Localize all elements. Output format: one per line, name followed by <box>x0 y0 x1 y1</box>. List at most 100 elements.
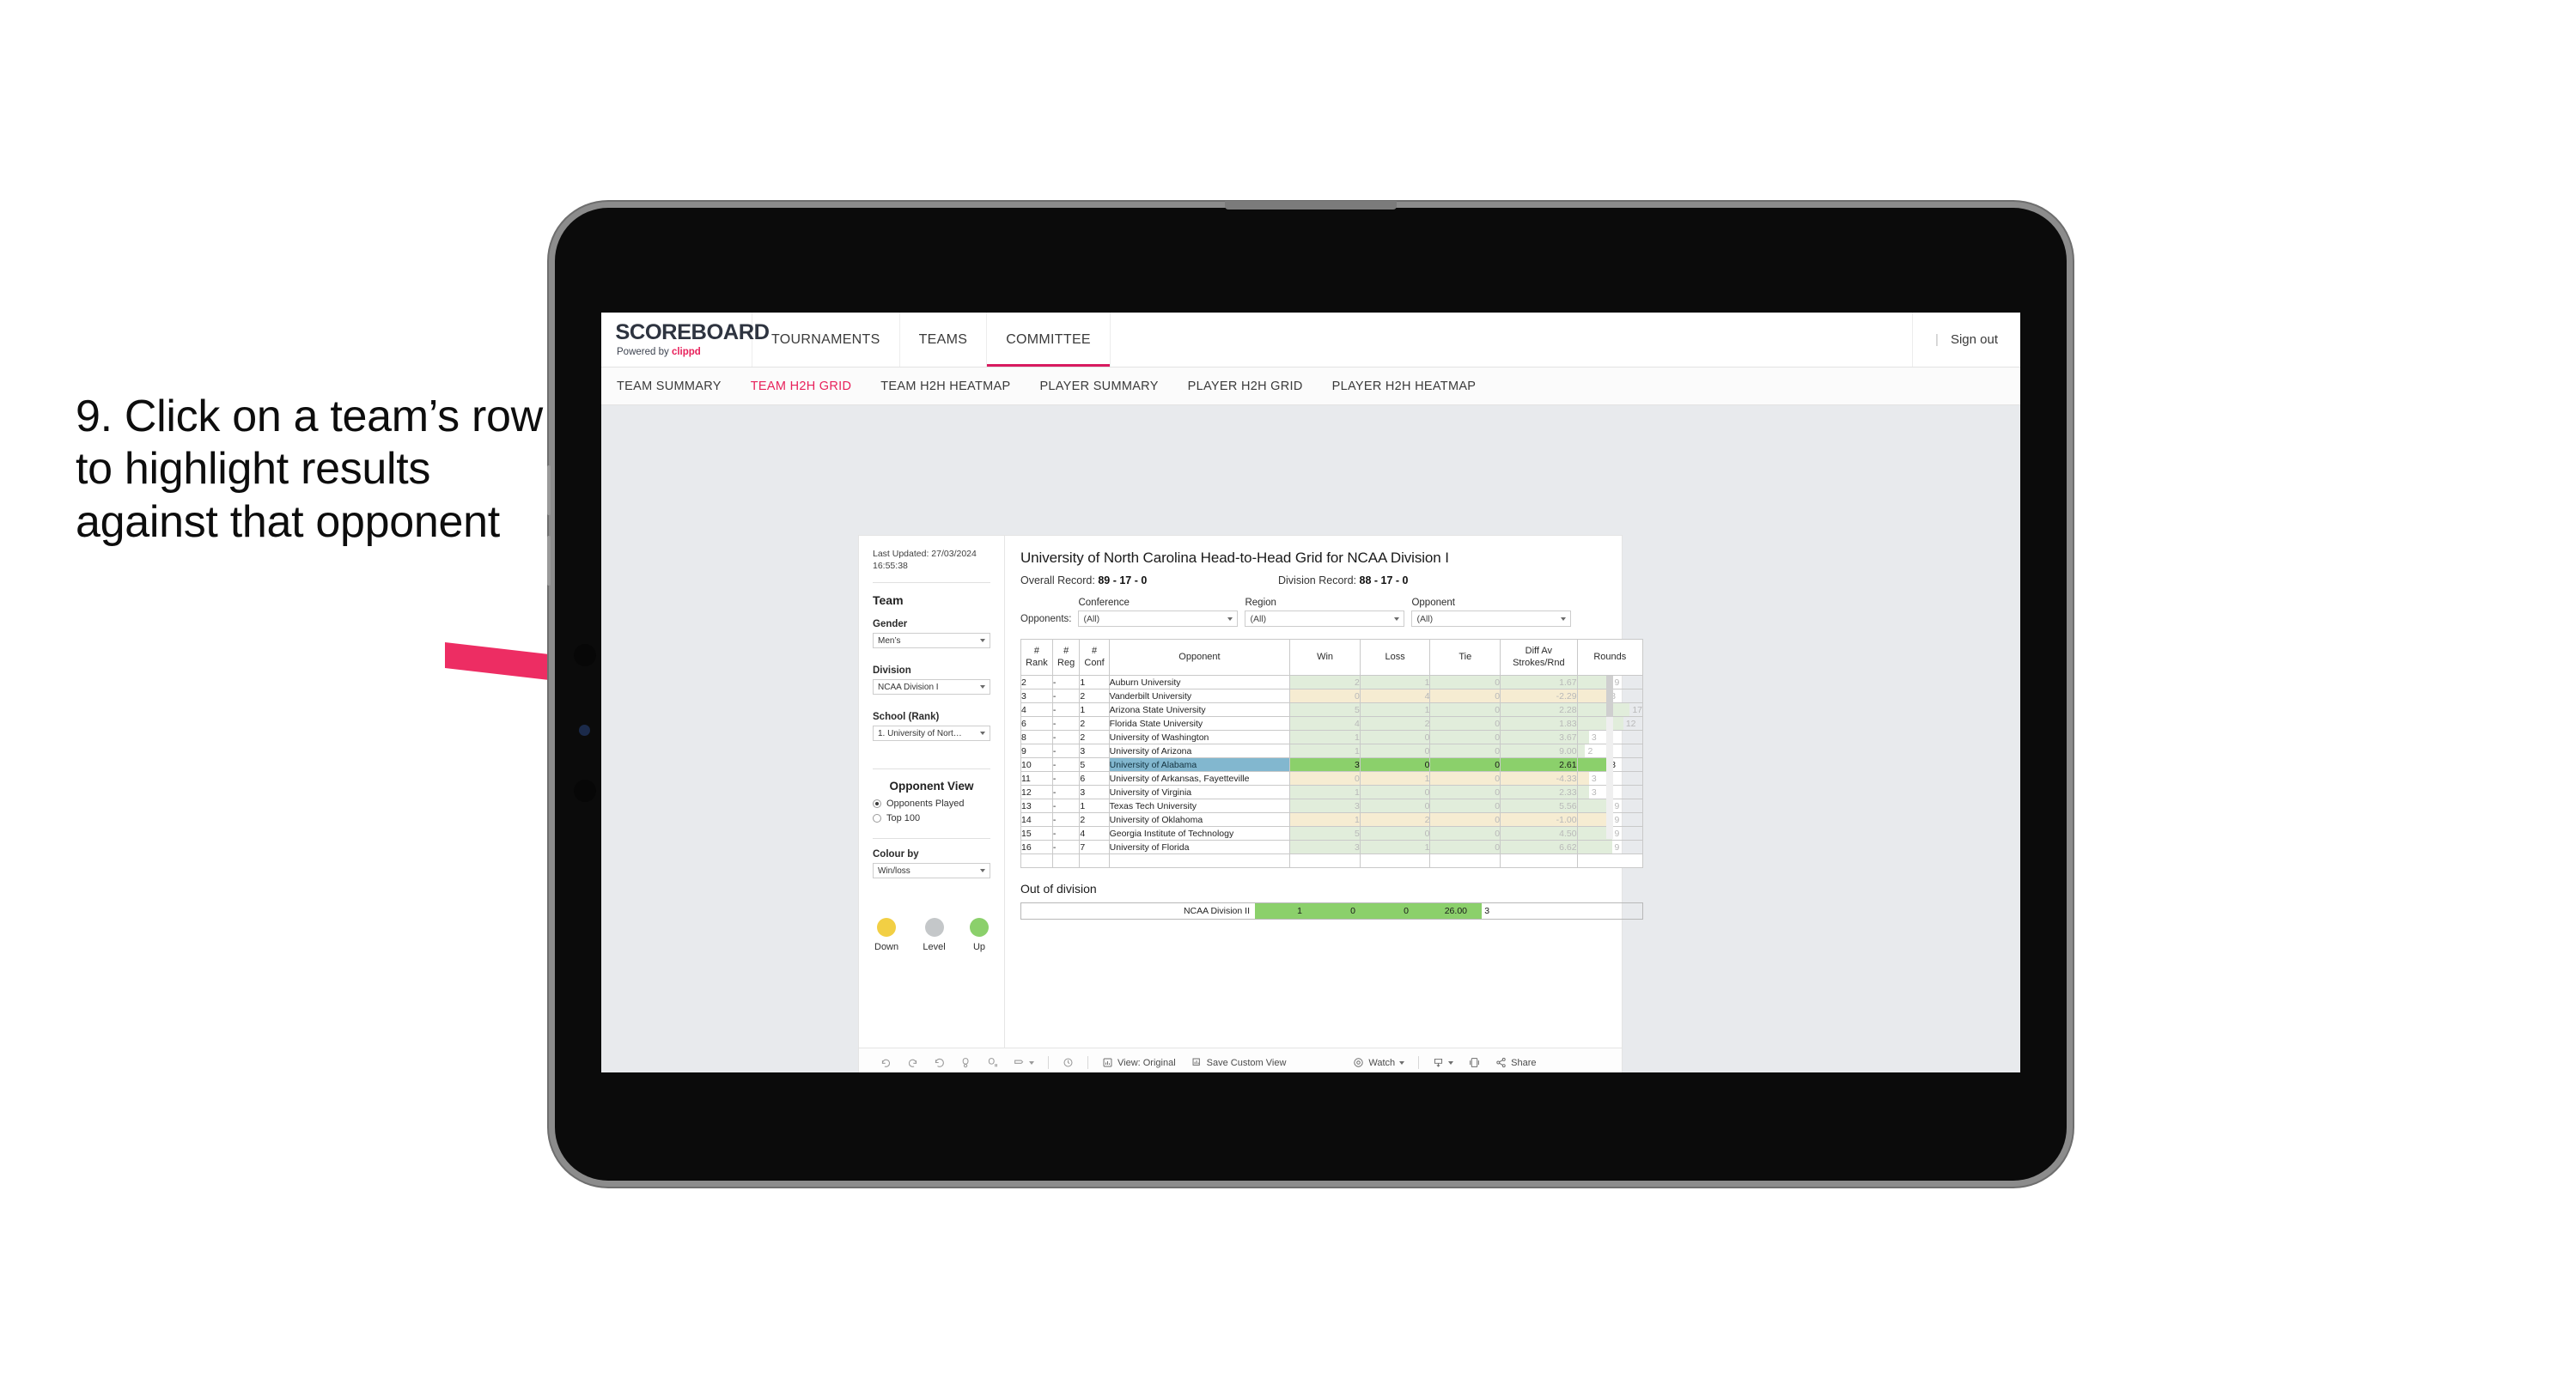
share-label: Share <box>1511 1057 1537 1068</box>
table-row[interactable]: 13-1 Texas Tech University 3 0 0 5.56 9 <box>1020 799 1644 813</box>
table-row[interactable]: 6-2 Florida State University 4 2 0 1.83 12 <box>1020 716 1644 731</box>
cell-diff: 1.83 <box>1500 716 1578 731</box>
view-original-button[interactable]: View: Original <box>1094 1057 1184 1068</box>
chevron-down-icon <box>1394 617 1400 621</box>
rounds-value: 12 <box>1625 718 1636 729</box>
division-select[interactable]: NCAA Division I <box>873 679 990 696</box>
nav-item-teams[interactable]: TEAMS <box>900 313 988 367</box>
tab-team-summary[interactable]: TEAM SUMMARY <box>617 380 722 393</box>
brand-sub-prefix: Powered by <box>617 347 672 357</box>
table-row[interactable]: 3-2Vanderbilt University040-2.298 <box>1020 689 1644 703</box>
table-row[interactable]: 8-2 University of Washington 1 0 0 3.67 3 <box>1020 730 1644 744</box>
cell-reg: - <box>1051 744 1081 758</box>
cell-opponent: University of Arizona <box>1108 744 1291 758</box>
tab-team-h2h-grid[interactable]: TEAM H2H GRID <box>751 380 852 393</box>
col-rounds[interactable]: Rounds <box>1576 639 1644 676</box>
cell-opponent: Vanderbilt University <box>1108 689 1291 703</box>
table-row[interactable]: 12-3 University of Virginia 1 0 0 2.33 3 <box>1020 785 1644 799</box>
undo-icon[interactable] <box>873 1057 899 1068</box>
tab-player-h2h-heatmap[interactable]: PLAYER H2H HEATMAP <box>1332 380 1477 393</box>
cell-loss: 1 <box>1359 771 1431 786</box>
radio-opponents-played[interactable]: Opponents Played <box>873 799 990 809</box>
legend-label-down: Down <box>874 942 899 953</box>
legend-dot-down <box>877 918 897 938</box>
cell-conf: 2 <box>1079 716 1110 731</box>
sign-out-area[interactable]: | Sign out <box>1913 313 2020 367</box>
pause-auto-updates-icon[interactable] <box>979 1057 1006 1068</box>
visualization-panel: Last Updated: 27/03/2024 16:55:38 Team G… <box>859 536 1644 1072</box>
refresh-icon[interactable] <box>953 1057 979 1068</box>
cell-win: 4 <box>1289 716 1361 731</box>
cell-opponent: University of Washington <box>1108 730 1291 744</box>
col-diff-av-strokes[interactable]: Diff Av Strokes/Rnd <box>1500 639 1578 676</box>
col-win[interactable]: Win <box>1289 639 1361 676</box>
cell-reg: - <box>1051 826 1081 841</box>
tab-player-h2h-grid[interactable]: PLAYER H2H GRID <box>1188 380 1303 393</box>
col-opponent[interactable]: Opponent <box>1108 639 1291 676</box>
brand-logo[interactable]: SCOREBOARD Powered by clippd <box>601 313 770 367</box>
region-filter: Region (All) <box>1245 598 1405 627</box>
cell-win: 3 <box>1289 840 1361 854</box>
col-diff-line2: Strokes/Rnd <box>1513 657 1565 668</box>
out-of-division-row[interactable]: NCAA Division II 1 0 0 26.00 3 <box>1020 902 1643 920</box>
tail-cell <box>1020 853 1053 868</box>
school-select[interactable]: 1. University of Nort… <box>873 726 990 742</box>
cell-loss: 0 <box>1359 799 1431 813</box>
ood-loss: 0 <box>1308 903 1361 919</box>
nav-item-committee[interactable]: COMMITTEE <box>987 313 1111 367</box>
save-custom-view-button[interactable]: Save Custom View <box>1184 1057 1294 1068</box>
cell-win: 5 <box>1289 702 1361 717</box>
table-row[interactable]: 11-6 University of Arkansas, Fayetteville… <box>1020 771 1644 786</box>
redo-icon[interactable] <box>899 1057 926 1068</box>
col-reg[interactable]: # Reg <box>1051 639 1081 676</box>
view-original-label: View: Original <box>1117 1057 1176 1068</box>
cell-opponent: University of Alabama <box>1108 757 1291 772</box>
grid-scrollbar-thumb[interactable] <box>1606 676 1613 717</box>
reset-icon[interactable] <box>1055 1057 1081 1068</box>
toolbar-divider-3 <box>1418 1056 1420 1069</box>
cell-win: 0 <box>1289 689 1361 703</box>
cell-diff: 2.28 <box>1500 702 1578 717</box>
table-row[interactable]: 4-1 Arizona State University 5 1 0 2.28 17 <box>1020 702 1644 717</box>
tab-team-h2h-heatmap[interactable]: TEAM H2H HEATMAP <box>880 380 1010 393</box>
col-tie[interactable]: Tie <box>1429 639 1501 676</box>
table-row[interactable]: 2-1 Auburn University 2 1 0 1.67 9 <box>1020 675 1644 689</box>
top-navigation-bar: SCOREBOARD Powered by clippd TOURNAMENTS… <box>601 313 2020 368</box>
table-row[interactable]: 14-2 University of Oklahoma 1 2 0 -1.00 9 <box>1020 812 1644 827</box>
cell-reg: - <box>1051 799 1081 813</box>
conference-select[interactable]: (All) <box>1078 610 1239 627</box>
col-reg-line2: Reg <box>1057 657 1075 668</box>
cell-conf: 6 <box>1079 771 1110 786</box>
download-icon[interactable] <box>1425 1057 1461 1068</box>
region-select[interactable]: (All) <box>1245 610 1405 627</box>
col-conf[interactable]: # Conf <box>1079 639 1110 676</box>
records-row: Overall Record: 89 - 17 - 0 Division Rec… <box>1020 574 1606 586</box>
col-rank[interactable]: # Rank <box>1020 639 1053 676</box>
device-layout-icon[interactable] <box>1461 1057 1488 1068</box>
brand-subtitle: Powered by clippd <box>617 347 752 357</box>
radio-top-100[interactable]: Top 100 <box>873 813 990 823</box>
watch-button[interactable]: Watch <box>1345 1057 1412 1068</box>
cell-tie: 0 <box>1429 689 1501 703</box>
highlight-icon[interactable] <box>1006 1057 1042 1068</box>
table-row[interactable]: 10-5University of Alabama3002.618 <box>1020 757 1644 772</box>
col-loss[interactable]: Loss <box>1359 639 1431 676</box>
revert-icon[interactable] <box>926 1057 953 1068</box>
tab-player-summary[interactable]: PLAYER SUMMARY <box>1039 380 1158 393</box>
colour-by-select[interactable]: Win/loss <box>873 863 990 879</box>
table-row[interactable]: 15-4 Georgia Institute of Technology 5 0 0 4.… <box>1020 826 1644 841</box>
team-section-heading: Team <box>873 593 904 608</box>
cell-loss: 4 <box>1359 689 1431 703</box>
table-row[interactable]: 9-3 University of Arizona 1 0 0 9.00 2 <box>1020 744 1644 758</box>
sign-out-link[interactable]: Sign out <box>1951 332 1998 347</box>
legend-item-down: Down <box>874 918 898 952</box>
cell-rank: 8 <box>1020 730 1053 744</box>
share-button[interactable]: Share <box>1488 1057 1544 1068</box>
rounds-value: 9 <box>1614 841 1620 853</box>
cell-loss: 0 <box>1359 757 1431 772</box>
rounds-value: 3 <box>1591 732 1597 743</box>
nav-item-tournaments[interactable]: TOURNAMENTS <box>752 313 900 367</box>
gender-select[interactable]: Men’s <box>873 633 990 649</box>
table-row[interactable]: 16-7 University of Florida 3 1 0 6.62 9 <box>1020 840 1644 854</box>
opponent-select[interactable]: (All) <box>1411 610 1572 627</box>
